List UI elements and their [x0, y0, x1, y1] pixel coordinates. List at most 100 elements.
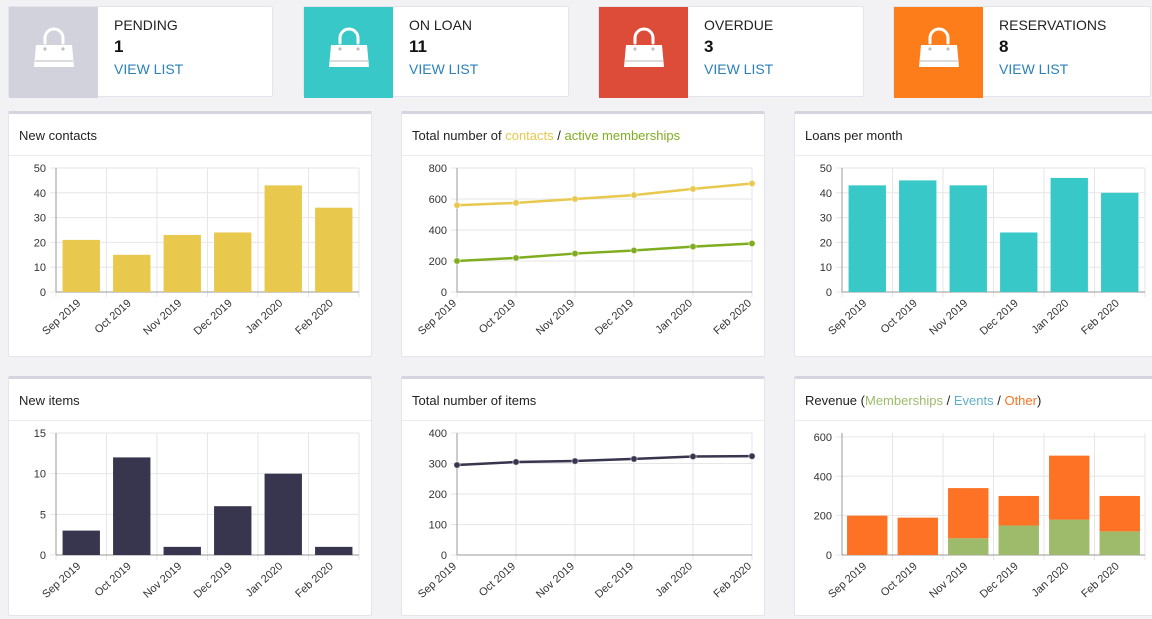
panel-title: New contacts	[19, 128, 98, 143]
x-tick-label: Dec 2019	[593, 297, 636, 337]
x-tick-label: Feb 2020	[1079, 560, 1122, 600]
y-tick-label: 400	[429, 428, 447, 440]
view-list-link-overdue[interactable]: VIEW LIST	[704, 61, 773, 77]
view-list-link-reservations[interactable]: VIEW LIST	[999, 61, 1068, 77]
title-memberships: active memberships	[564, 128, 681, 143]
stat-card-on-loan: ON LOAN 11 VIEW LIST	[303, 6, 569, 98]
x-tick-label: Jan 2020	[1030, 297, 1072, 336]
stat-card-overdue: OVERDUE 3 VIEW LIST	[598, 6, 864, 98]
stat-card-pending: PENDING 1 VIEW LIST	[8, 6, 273, 98]
y-tick-label: 30	[820, 213, 832, 225]
title-contacts: contacts	[505, 128, 554, 143]
data-point	[571, 195, 579, 203]
bar-segment	[1049, 455, 1090, 520]
data-point	[689, 185, 697, 193]
x-tick-label: Sep 2019	[40, 297, 83, 337]
y-tick-label: 0	[40, 550, 46, 562]
bar	[848, 185, 886, 292]
stat-label: PENDING	[114, 17, 178, 33]
y-tick-label: 5	[40, 509, 46, 521]
stat-icon-box	[9, 7, 98, 98]
x-tick-label: Feb 2020	[293, 297, 336, 337]
total-contacts-chart: 0 200 400 600 800 Sep 2019 Oct 2019 Nov 2019 Dec…	[416, 163, 756, 338]
y-tick-label: 0	[826, 550, 832, 562]
bar	[62, 239, 100, 292]
data-point	[453, 257, 461, 265]
bar-segment	[1099, 495, 1140, 532]
bar	[113, 254, 151, 292]
y-tick-label: 600	[814, 432, 832, 444]
data-point	[453, 461, 461, 469]
x-tick-label: Nov 2019	[927, 560, 970, 600]
plot-area: 0 10 20 30 40 50 Sep 2019 Oct 2019 Nov 2019 Dec 2…	[820, 163, 1146, 338]
view-list-link-on-loan[interactable]: VIEW LIST	[409, 61, 478, 77]
x-tick-label: Nov 2019	[141, 297, 184, 337]
panel-total-contacts-memberships: Total number of contacts / active member…	[401, 111, 765, 357]
x-tick-label: Sep 2019	[826, 560, 869, 600]
y-tick-label: 10	[34, 469, 46, 481]
bar-segment	[998, 495, 1039, 526]
x-tick-label: Nov 2019	[141, 560, 184, 600]
data-point	[630, 191, 638, 199]
x-tick-label: Sep 2019	[40, 560, 83, 600]
data-point	[571, 249, 579, 258]
revenue-chart: 0 200 400 600 Sep 2019 Oct 2019 Nov 2019 Dec 20…	[814, 432, 1146, 601]
data-point	[512, 199, 520, 207]
y-tick-label: 40	[820, 188, 832, 200]
bar	[315, 546, 353, 555]
bar	[264, 473, 302, 555]
x-tick-label: Nov 2019	[534, 297, 577, 337]
data-point	[512, 458, 520, 466]
x-tick-label: Jan 2020	[244, 297, 286, 336]
stat-label: OVERDUE	[704, 17, 774, 33]
data-point	[630, 455, 638, 463]
title-memberships: Memberships	[864, 393, 944, 408]
panel-title: Loans per month	[805, 128, 903, 143]
shopping-bag-icon	[916, 27, 962, 78]
bar	[899, 180, 937, 292]
panel-title: Revenue (Memberships / Events / Other)	[805, 393, 1041, 408]
x-tick-label: Oct 2019	[879, 560, 920, 599]
x-tick-label: Sep 2019	[416, 560, 459, 600]
x-tick-label: Jan 2020	[1030, 560, 1072, 599]
x-tick-label: Oct 2019	[93, 297, 134, 336]
x-tick-label: Oct 2019	[477, 560, 518, 599]
x-tick-label: Nov 2019	[534, 560, 577, 600]
bar	[1101, 192, 1139, 292]
stat-count: 11	[409, 37, 427, 56]
x-tick-label: Sep 2019	[416, 297, 459, 337]
bar	[949, 185, 987, 292]
stat-count: 8	[999, 37, 1009, 56]
title-prefix: Total number of	[412, 128, 506, 143]
loans-per-month-chart: 0 10 20 30 40 50 Sep 2019 Oct 2019 Nov 2019 Dec 2…	[820, 163, 1146, 338]
series-line	[456, 182, 753, 207]
y-tick-label: 50	[820, 163, 832, 175]
x-tick-label: Oct 2019	[879, 297, 920, 336]
panel-total-items: Total number of items 0 100 200 300 400 Sep 2…	[401, 376, 765, 616]
bar	[1050, 177, 1088, 292]
x-tick-label: Jan 2020	[653, 297, 695, 336]
panel-title: Total number of items	[412, 393, 537, 408]
plot-area: 0 5 10 15 Sep 2019 Oct 2019 Nov 2019 Dec 2019 Ja…	[34, 428, 360, 601]
view-list-link-pending[interactable]: VIEW LIST	[114, 61, 183, 77]
plot-area: 0 100 200 300 400 Sep 2019 Oct 2019 Nov 2019 Dec…	[416, 428, 756, 601]
data-point	[630, 246, 638, 255]
y-tick-label: 0	[826, 287, 832, 299]
y-tick-label: 600	[429, 194, 447, 206]
total-items-chart: 0 100 200 300 400 Sep 2019 Oct 2019 Nov 2019 Dec…	[416, 428, 756, 601]
y-tick-label: 300	[429, 459, 447, 471]
plot-area: 0 200 400 600 800 Sep 2019 Oct 2019 Nov 2019 Dec…	[416, 163, 756, 338]
y-tick-label: 50	[34, 163, 46, 175]
x-tick-label: Jan 2020	[653, 560, 695, 599]
y-tick-label: 200	[429, 256, 447, 268]
data-point	[689, 452, 697, 461]
x-tick-label: Oct 2019	[93, 560, 134, 599]
title-separator: /	[943, 393, 954, 408]
x-tick-label: Dec 2019	[593, 560, 636, 600]
new-items-chart: 0 5 10 15 Sep 2019 Oct 2019 Nov 2019 Dec 2019 Ja…	[34, 428, 360, 601]
x-tick-label: Dec 2019	[978, 297, 1021, 337]
y-tick-label: 200	[814, 511, 832, 523]
shopping-bag-icon	[326, 27, 372, 78]
data-point	[571, 457, 579, 465]
x-tick-label: Sep 2019	[826, 297, 869, 337]
